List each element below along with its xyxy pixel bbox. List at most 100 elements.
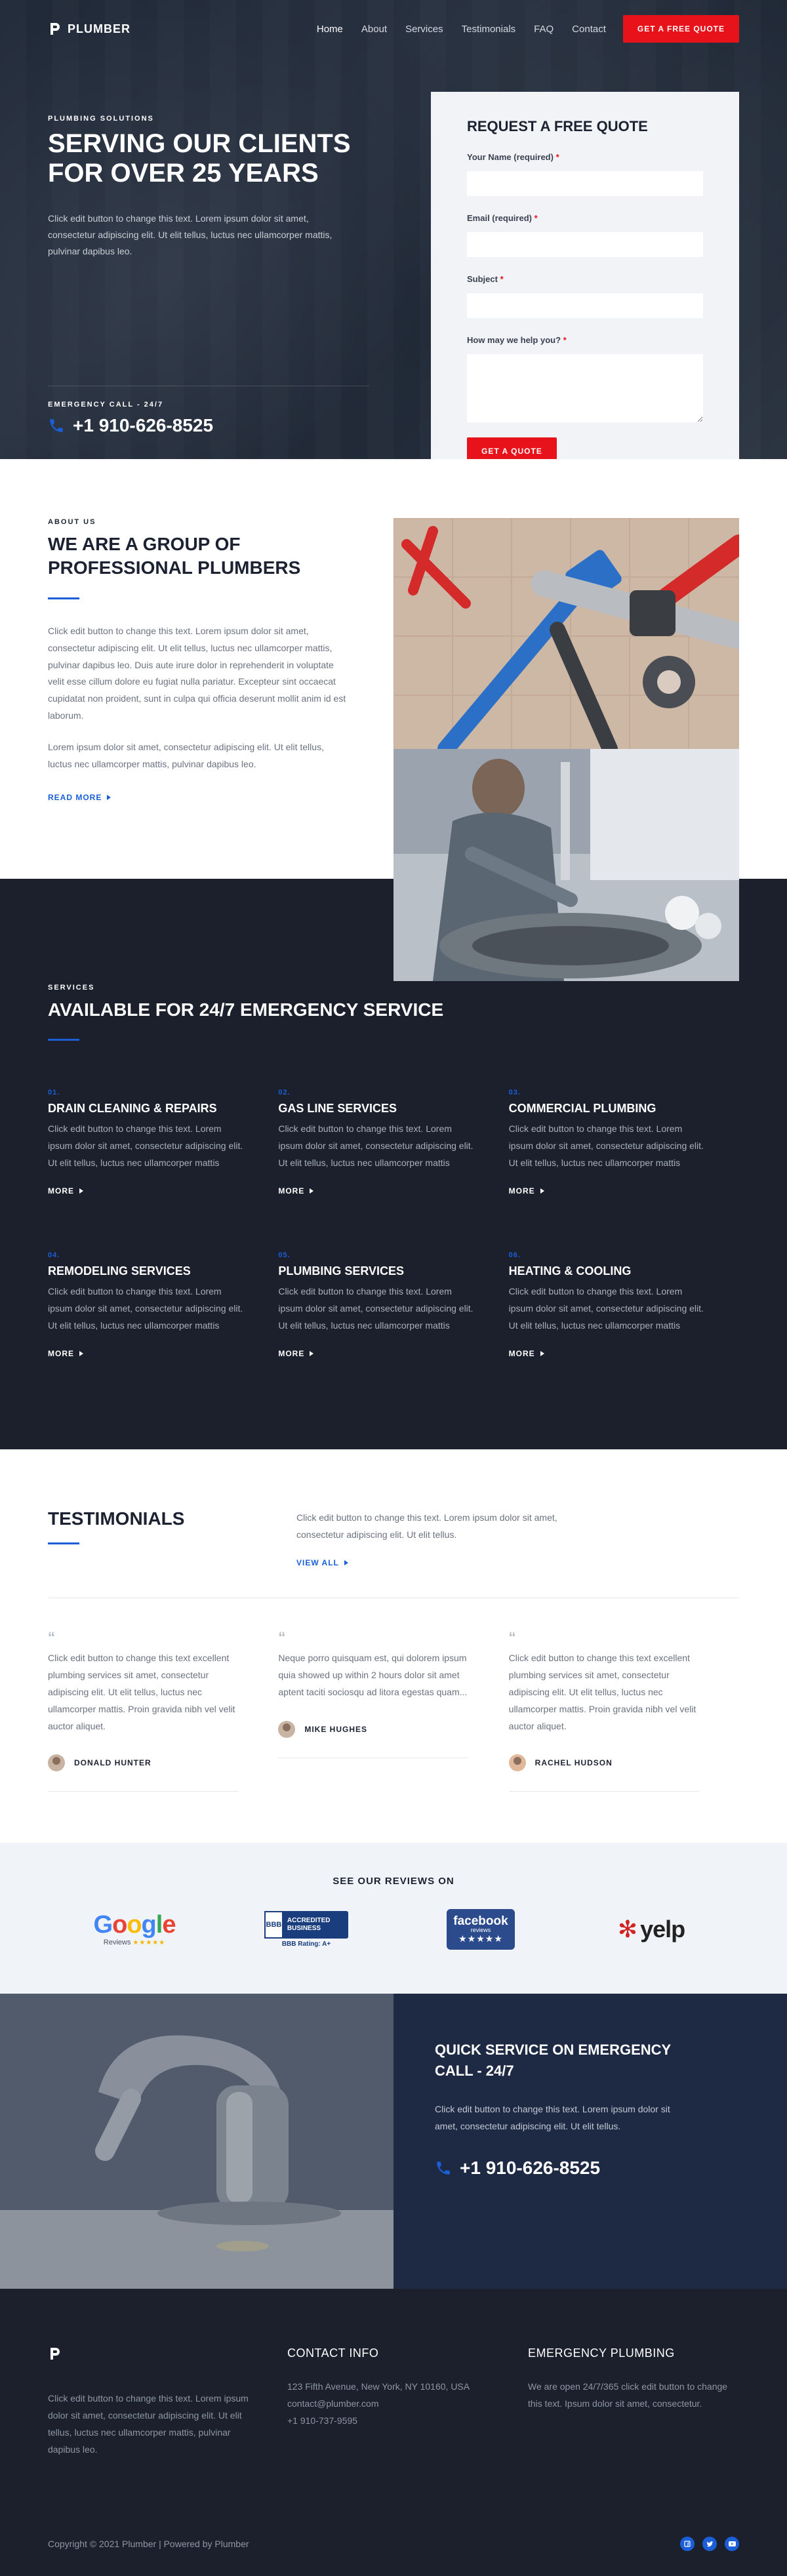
service-text: Click edit button to change this text. L… [508, 1286, 704, 1331]
testimonial-card: “ Click edit button to change this text … [508, 1629, 739, 1792]
footer-bottom: Copyright © 2021 Plumber | Powered by Pl… [48, 2537, 739, 2551]
facebook-reviews-logo[interactable]: facebook reviews ★★★★★ [445, 1908, 517, 1950]
phone-icon [50, 419, 63, 432]
facebook-badge: facebook reviews ★★★★★ [447, 1909, 515, 1950]
testimonial-quote: Click edit button to change this text ex… [48, 1653, 235, 1731]
name-label: Your Name (required) * [467, 152, 559, 162]
reviews-title: SEE OUR REVIEWS ON [333, 1876, 454, 1887]
contact-email[interactable]: contact@plumber.com [287, 2396, 497, 2413]
message-textarea[interactable] [467, 354, 703, 422]
subject-input[interactable] [467, 293, 703, 318]
hero-phone-number: +1 910-626-8525 [73, 415, 214, 435]
twitter-icon [706, 2541, 713, 2546]
contact-phone[interactable]: +1 910-737-9595 [287, 2413, 497, 2430]
service-more-link[interactable]: MORE [278, 1349, 314, 1358]
service-text: Click edit button to change this text. L… [48, 1123, 243, 1168]
service-more-link[interactable]: MORE [48, 1186, 83, 1196]
service-card: 06. HEATING & COOLING Click edit button … [509, 1251, 739, 1414]
nav-about[interactable]: About [361, 24, 387, 35]
caret-right-icon [310, 1350, 314, 1356]
brand-logo[interactable]: PLUMBER [48, 22, 131, 36]
service-text: Click edit button to change this text. L… [278, 1123, 474, 1168]
emergency-phone-link[interactable]: +1 910-626-8525 [435, 2158, 746, 2179]
nav-services[interactable]: Services [405, 24, 443, 35]
bbb-logo[interactable]: BBB ACCREDITED BUSINESS BBB Rating: A+ [264, 1908, 349, 1950]
testimonial-cards: “ Click edit button to change this text … [48, 1630, 739, 1792]
wrenches-image [394, 518, 739, 749]
services-eyebrow: SERVICES [48, 984, 95, 992]
view-all-link[interactable]: VIEW ALL [296, 1558, 348, 1567]
email-input[interactable] [467, 232, 703, 257]
quote-icon: “ [508, 1629, 516, 1645]
wrenches-illustration [394, 518, 739, 749]
author-name: RACHEL HUDSON [535, 1758, 613, 1768]
more-label: MORE [508, 1348, 535, 1358]
testimonials-title: TESTIMONIALS [48, 1508, 185, 1529]
caret-right-icon [540, 1350, 544, 1356]
service-text: Click edit button to change this text. L… [278, 1286, 474, 1331]
service-card: 02. GAS LINE SERVICES Click edit button … [278, 1089, 508, 1251]
emergency-text: Click edit button to change this text. L… [435, 2103, 670, 2131]
about-title: WE ARE A GROUP OF PROFESSIONAL PLUMBERS [48, 534, 301, 578]
read-more-link[interactable]: READ MORE [48, 793, 111, 802]
facebook-stars: ★★★★★ [458, 1933, 503, 1944]
about-section: ABOUT US WE ARE A GROUP OF PROFESSIONAL … [0, 459, 787, 981]
quote-icon: “ [48, 1629, 55, 1645]
service-card: 03. COMMERCIAL PLUMBING Click edit butto… [509, 1089, 739, 1251]
google-sub: Reviews ★★★★★ [103, 1939, 166, 1946]
service-more-link[interactable]: MORE [278, 1186, 314, 1196]
services-title: AVAILABLE FOR 24/7 EMERGENCY SERVICE [48, 999, 444, 1020]
avatar [508, 1754, 526, 1772]
yelp-logo[interactable]: ✻ yelp [615, 1908, 687, 1950]
service-card: 05. PLUMBING SERVICES Click edit button … [278, 1251, 508, 1414]
service-title: REMODELING SERVICES [48, 1264, 191, 1278]
free-quote-button[interactable]: GET A FREE QUOTE [622, 15, 739, 43]
call-label: EMERGENCY CALL - 24/7 [48, 401, 164, 409]
emergency-content: QUICK SERVICE ON EMERGENCY CALL - 24/7 C… [394, 1994, 787, 2289]
footer-logo[interactable] [48, 2346, 61, 2364]
caret-right-icon [344, 1560, 348, 1565]
caret-right-icon [310, 1188, 314, 1194]
message-label: How may we help you? * [467, 335, 567, 345]
bbb-mark: BBB [264, 1911, 283, 1939]
name-input[interactable] [467, 171, 703, 196]
service-title: PLUMBING SERVICES [278, 1264, 405, 1278]
testimonial-author: MIKE HUGHES [278, 1720, 469, 1758]
nav-home[interactable]: Home [317, 24, 343, 35]
read-more-label: READ MORE [48, 792, 102, 802]
author-name: MIKE HUGHES [304, 1724, 368, 1734]
emergency-plumbing-title: EMERGENCY PLUMBING [528, 2346, 675, 2360]
testimonial-author: DONALD HUNTER [48, 1754, 238, 1792]
faucet-image [0, 1994, 394, 2289]
service-number: 03. [508, 1089, 521, 1097]
service-card: 01. DRAIN CLEANING & REPAIRS Click edit … [48, 1089, 278, 1251]
youtube-link[interactable] [725, 2537, 739, 2551]
service-more-link[interactable]: MORE [509, 1186, 544, 1196]
service-text: Click edit button to change this text. L… [508, 1123, 704, 1168]
phone-icon [437, 2161, 450, 2175]
nav-testimonials[interactable]: Testimonials [462, 24, 516, 35]
contact-title: CONTACT INFO [287, 2346, 379, 2360]
service-more-link[interactable]: MORE [509, 1349, 544, 1358]
caret-right-icon [79, 1350, 83, 1356]
testimonials-header: TESTIMONIALS [48, 1507, 185, 1545]
emergency-plumbing-text: We are open 24/7/365 click edit button t… [528, 2381, 728, 2409]
nav-contact[interactable]: Contact [572, 24, 606, 35]
service-text: Click edit button to change this text. L… [48, 1286, 243, 1331]
hero-phone-link[interactable]: +1 910-626-8525 [48, 415, 369, 436]
testimonial-quote: Click edit button to change this text ex… [508, 1653, 696, 1731]
get-quote-button[interactable]: GET A QUOTE [467, 437, 557, 459]
plumber-working-image [394, 749, 739, 981]
contact-lines: 123 Fifth Avenue, New York, NY 10160, US… [287, 2379, 497, 2430]
services-grid: 01. DRAIN CLEANING & REPAIRS Click edit … [48, 1089, 739, 1414]
nav-faq[interactable]: FAQ [534, 24, 554, 35]
service-more-link[interactable]: MORE [48, 1349, 83, 1358]
about-paragraph-2: Lorem ipsum dolor sit amet, consectetur … [48, 742, 324, 770]
service-title: GAS LINE SERVICES [278, 1102, 397, 1115]
bbb-text: ACCREDITED BUSINESS [287, 1917, 331, 1932]
google-reviews-logo[interactable]: Google Reviews ★★★★★ [92, 1908, 177, 1950]
author-name: DONALD HUNTER [74, 1758, 151, 1768]
facebook-link[interactable] [680, 2537, 695, 2551]
service-number: 05. [278, 1251, 291, 1259]
twitter-link[interactable] [702, 2537, 717, 2551]
